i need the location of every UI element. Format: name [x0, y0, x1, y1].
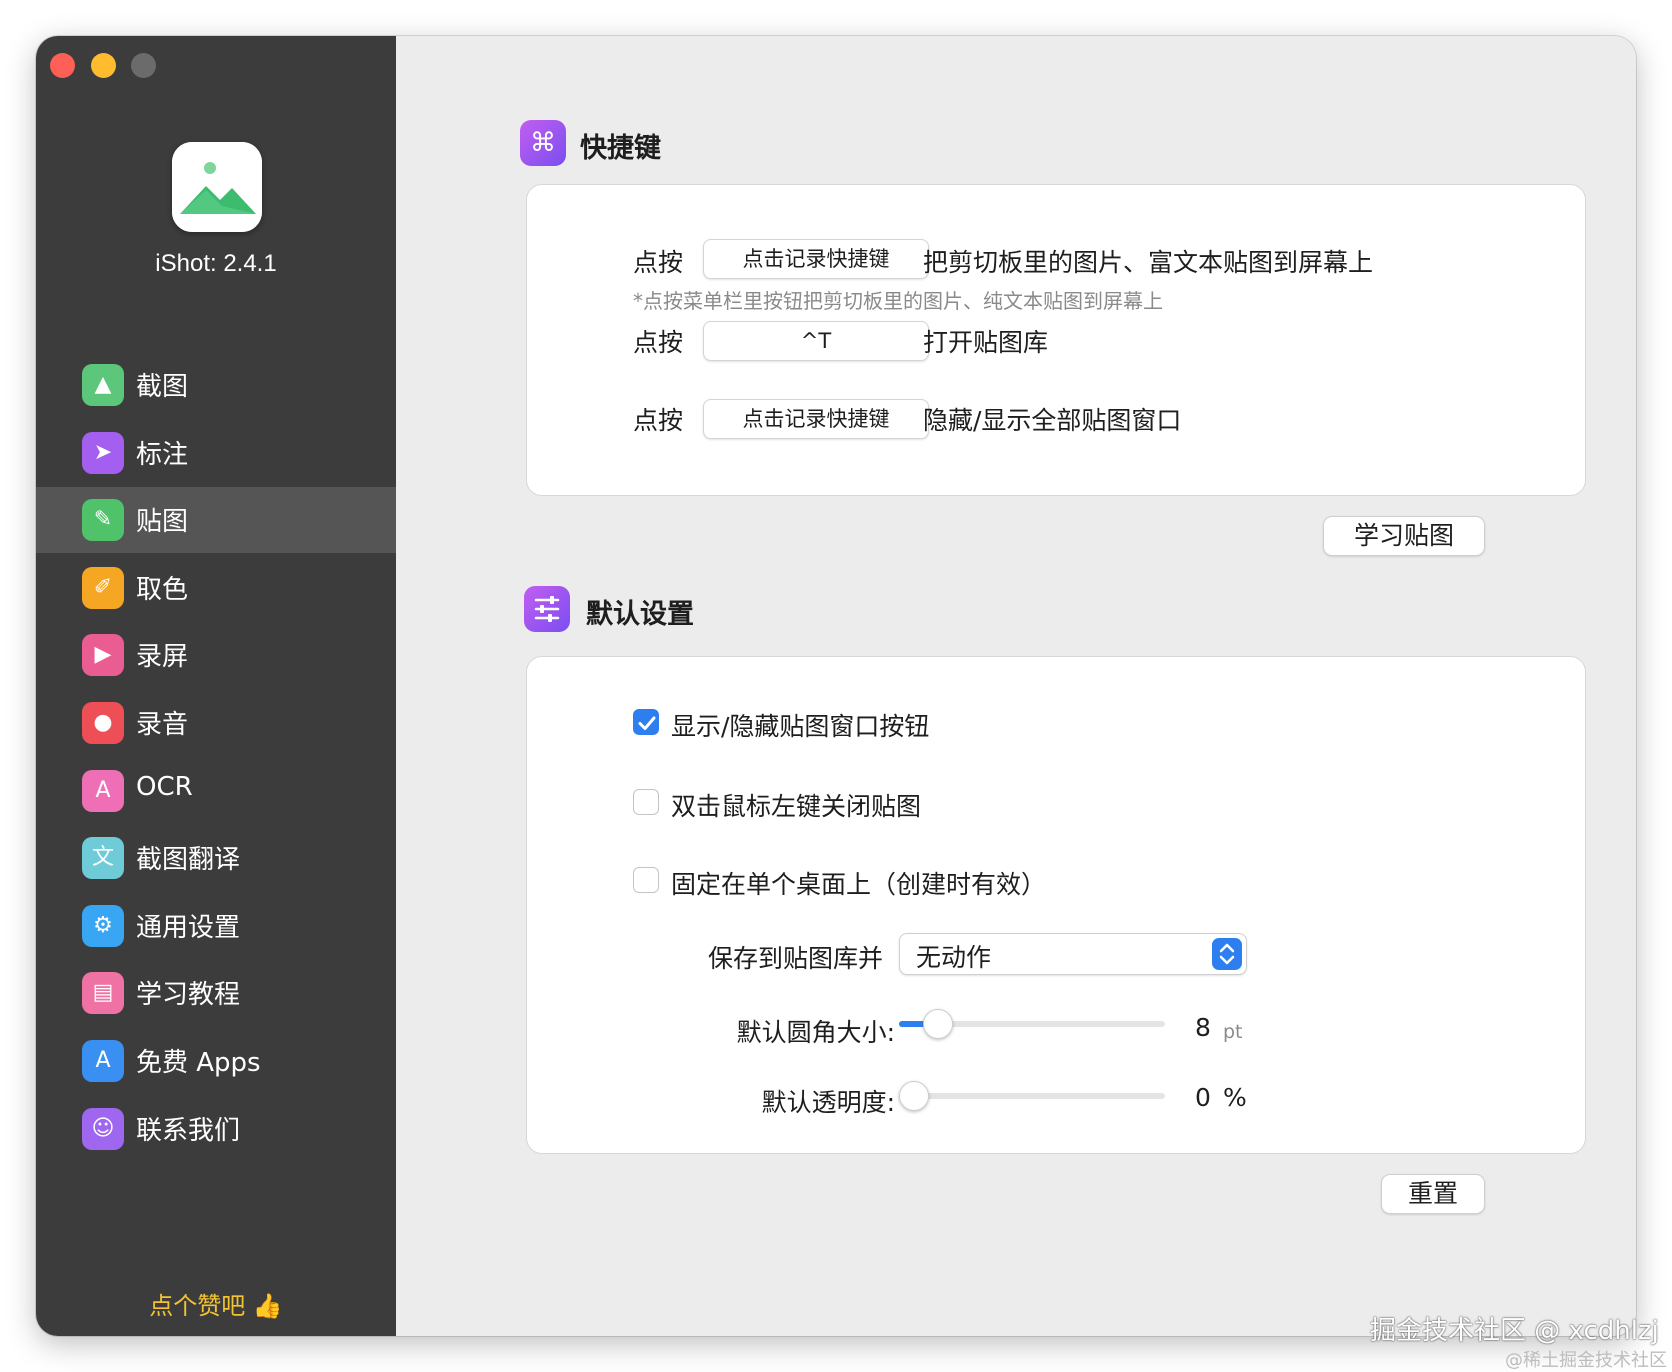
corner-radius-unit: pt [1223, 1021, 1243, 1043]
sidebar-item-label: 通用设置 [136, 912, 241, 943]
sidebar-item-label: OCR [136, 771, 193, 802]
sidebar-item-label: 截图 [136, 372, 189, 402]
app-logo [172, 142, 262, 232]
sidebar-item-label: 取色 [136, 574, 189, 605]
gear-icon: ⚙ [82, 904, 124, 947]
sidebar: iShot: 2.4.1 ▲ 截图 ➤ 标注 ✎ 贴图 ✐ 取色 ▶ 录屏 ● 录音 A OCR 文截图翻译… [36, 36, 396, 1336]
opacity-label: 默认透明度: [761, 1088, 895, 1117]
corner-radius-value: 8 [1195, 1013, 1211, 1042]
watermark-small: @稀土掘金技术社区 [1505, 1350, 1667, 1371]
sidebar-item[interactable]: ✐ 取色 [36, 555, 396, 621]
shortcuts-card: 点按 点击记录快捷键 把剪切板里的图片、富文本贴图到屏幕上 *点按菜单栏里按钮把… [526, 184, 1586, 496]
checkbox-show-hide-button[interactable] [633, 709, 659, 735]
corner-radius-label: 默认圆角大小: [736, 1018, 895, 1047]
shortcut-prefix: 点按 [633, 406, 684, 435]
shortcut-prefix: 点按 [633, 328, 684, 357]
sidebar-item[interactable]: ☺ 联系我们 [36, 1096, 396, 1162]
shortcut-desc-library: 打开贴图库 [923, 328, 1049, 357]
ocr-icon: A [82, 769, 124, 812]
sidebar-item-label: 学习教程 [136, 980, 241, 1011]
eyedropper-icon: ✐ [82, 566, 124, 609]
opacity-unit: % [1223, 1083, 1247, 1112]
cursor-icon: ➤ [82, 431, 124, 474]
sidebar-item-label: 录音 [136, 710, 189, 740]
sidebar-item[interactable]: ▤ 学习教程 [36, 960, 396, 1026]
zoom-window-button[interactable] [131, 53, 156, 78]
command-icon: ⌘ [520, 120, 566, 166]
pin-icon: ✎ [82, 499, 124, 542]
checkbox-label: 双击鼠标左键关闭贴图 [671, 792, 922, 821]
app-store-icon: A [82, 1040, 124, 1082]
corner-radius-slider[interactable] [899, 1009, 1165, 1039]
sidebar-item[interactable]: 文截图翻译 [36, 825, 396, 891]
watermark: 掘金技术社区 @ xcdhlzj [1370, 1316, 1659, 1346]
sidebar-item[interactable]: ▲ 截图 [36, 352, 396, 418]
sidebar-item-label: 贴图 [136, 507, 189, 538]
sidebar-item-label: 免费 Apps [136, 1048, 261, 1078]
defaults-title: 默认设置 [586, 599, 694, 630]
tutorial-icon: ▤ [82, 972, 124, 1015]
record-shortcut-button-library[interactable]: ^T [703, 321, 929, 361]
checkmark-icon [638, 716, 656, 730]
minimize-window-button[interactable] [91, 53, 116, 78]
contacts-icon: ☺ [82, 1107, 124, 1150]
like-link[interactable]: 点个赞吧 👍 [36, 1286, 396, 1321]
sidebar-item[interactable]: ✎ 贴图 [36, 487, 396, 554]
shortcut-desc-toggle: 隐藏/显示全部贴图窗口 [923, 406, 1182, 435]
sidebar-item-label: 标注 [136, 439, 189, 470]
shortcut-prefix: 点按 [633, 248, 684, 277]
defaults-card: 显示/隐藏贴图窗口按钮 双击鼠标左键关闭贴图 固定在单个桌面上（创建时有效） 保… [526, 656, 1586, 1154]
close-window-button[interactable] [50, 53, 75, 78]
app-version: iShot: 2.4.1 [155, 250, 277, 277]
translate-icon: 文 [82, 837, 124, 880]
sidebar-item-label: 录屏 [136, 642, 189, 673]
sidebar-item[interactable]: ▶ 录屏 [36, 622, 396, 688]
image-icon: ▲ [82, 364, 124, 406]
sidebar-item-label: 联系我们 [136, 1115, 241, 1146]
checkbox-pin-to-desktop[interactable] [633, 867, 659, 893]
sliders-icon [524, 586, 570, 632]
shortcut-desc-paste: 把剪切板里的图片、富文本贴图到屏幕上 [923, 248, 1374, 277]
sidebar-item-label: 截图翻译 [136, 845, 241, 876]
reset-button[interactable]: 重置 [1381, 1174, 1485, 1214]
save-action-value: 无动作 [916, 943, 992, 972]
video-icon: ▶ [82, 634, 124, 677]
slider-knob[interactable] [899, 1081, 929, 1111]
checkbox-label: 显示/隐藏贴图窗口按钮 [671, 712, 930, 741]
record-shortcut-button-paste[interactable]: 点击记录快捷键 [703, 239, 929, 279]
microphone-icon: ● [82, 702, 124, 744]
chevron-updown-icon [1212, 938, 1242, 970]
opacity-slider[interactable] [899, 1081, 1165, 1111]
sidebar-item[interactable]: A 免费 Apps [36, 1028, 396, 1094]
mountain-icon [172, 142, 262, 232]
learn-pin-button[interactable]: 学习贴图 [1323, 516, 1485, 556]
sidebar-item[interactable]: A OCR [36, 758, 396, 824]
main-panel: ⌘ 快捷键 点按 点击记录快捷键 把剪切板里的图片、富文本贴图到屏幕上 *点按菜… [396, 36, 1636, 1336]
save-action-select[interactable]: 无动作 [899, 933, 1247, 975]
shortcuts-title: 快捷键 [580, 133, 661, 164]
checkbox-double-click-close[interactable] [633, 789, 659, 815]
sidebar-item[interactable]: ● 录音 [36, 690, 396, 756]
opacity-value: 0 [1195, 1083, 1211, 1112]
sidebar-item[interactable]: ➤ 标注 [36, 420, 396, 486]
slider-knob[interactable] [922, 1009, 953, 1039]
checkbox-label: 固定在单个桌面上（创建时有效） [671, 870, 1047, 899]
sidebar-item[interactable]: ⚙ 通用设置 [36, 893, 396, 959]
shortcut-hint: *点按菜单栏里按钮把剪切板里的图片、纯文本贴图到屏幕上 [633, 289, 1163, 313]
app-window: iShot: 2.4.1 ▲ 截图 ➤ 标注 ✎ 贴图 ✐ 取色 ▶ 录屏 ● 录音 A OCR 文截图翻译… [36, 36, 1636, 1336]
record-shortcut-button-toggle[interactable]: 点击记录快捷键 [703, 399, 929, 439]
save-to-library-label: 保存到贴图库并 [707, 944, 883, 973]
